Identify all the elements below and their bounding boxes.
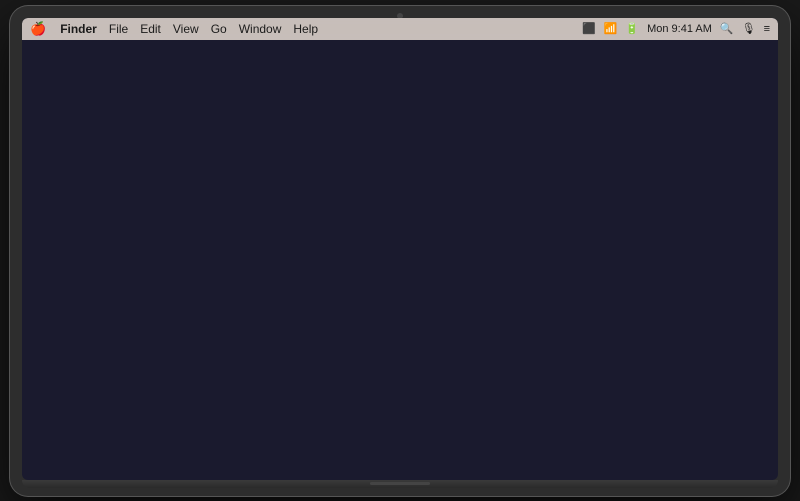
menu-bar-right: ⬛ 📶 🔋 Mon 9:41 AM 🔍 🎙 ≡ [582, 22, 770, 35]
siri-icon[interactable]: 🎙 [742, 22, 756, 35]
menu-file[interactable]: File [109, 22, 128, 36]
menu-go[interactable]: Go [211, 22, 227, 36]
wifi-icon[interactable]: 📶 [604, 22, 618, 35]
menu-edit[interactable]: Edit [140, 22, 161, 36]
search-icon[interactable]: 🔍 [720, 22, 734, 35]
screen: 🍎 Finder File Edit View Go Window Help ⬛… [22, 18, 778, 480]
control-center-icon[interactable]: ≡ [764, 23, 770, 35]
menu-window[interactable]: Window [239, 22, 282, 36]
menu-bar-left: 🍎 Finder File Edit View Go Window Help [30, 21, 318, 37]
laptop-frame: 🍎 Finder File Edit View Go Window Help ⬛… [10, 6, 790, 496]
menu-help[interactable]: Help [293, 22, 318, 36]
clock: Mon 9:41 AM [647, 23, 712, 35]
menu-view[interactable]: View [173, 22, 199, 36]
battery-icon[interactable]: 🔋 [625, 22, 639, 35]
app-name[interactable]: Finder [60, 22, 97, 36]
airplay-icon[interactable]: ⬛ [582, 22, 596, 35]
menu-bar: 🍎 Finder File Edit View Go Window Help ⬛… [22, 18, 778, 40]
laptop-bottom [22, 480, 778, 488]
apple-logo-icon[interactable]: 🍎 [30, 21, 46, 37]
